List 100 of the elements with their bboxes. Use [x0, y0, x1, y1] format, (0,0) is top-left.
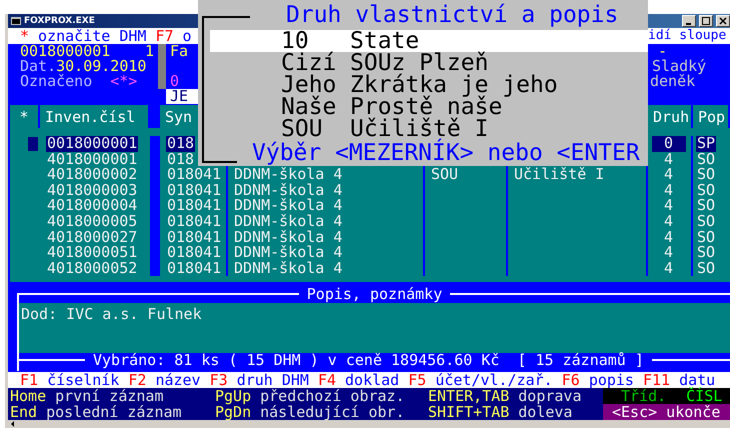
table-cell: 018041	[166, 230, 222, 246]
minimize-button[interactable]	[682, 15, 696, 27]
info-text: Sladký	[652, 57, 706, 75]
function-key-label: účet/vl./zař.	[435, 372, 553, 388]
table-cell[interactable]: 0018000001	[46, 136, 138, 152]
table-cell: 018041	[166, 182, 222, 198]
table-cell-text: DDNM-škola 4	[233, 198, 344, 214]
function-key-label: doklad	[345, 372, 400, 388]
table-cell: SO	[696, 260, 716, 276]
shortcut-label: doprava	[518, 388, 582, 404]
date-label: Dat.	[20, 57, 56, 75]
notes-title: Popis, poznámky	[306, 287, 444, 301]
info-text: Fa	[170, 42, 188, 60]
table-cell: SO	[696, 214, 716, 230]
hint-text: * označite DHM F7 o	[20, 28, 192, 44]
shortcut-key: Home	[10, 388, 46, 404]
row-cursor	[28, 137, 38, 151]
info-text: -	[658, 42, 668, 60]
date-value: 30.09.2010	[56, 57, 146, 75]
table-cell: SO	[696, 167, 716, 183]
shortcut-label: doleva	[518, 404, 572, 420]
table-cell-text: 018	[166, 152, 194, 168]
table-cell-text: DDNM-škola 4	[233, 182, 344, 198]
table-cell[interactable]: 4018000004	[46, 198, 138, 214]
table-cell-text: SOU	[430, 167, 460, 183]
marked-label: Označeno	[20, 74, 92, 89]
table-cell[interactable]: 4018000003	[46, 182, 138, 198]
window-title: FOXPROX.EXE	[24, 16, 95, 26]
table-cell: SO	[696, 245, 716, 261]
table-cell[interactable]: 4018000001	[46, 152, 138, 168]
column-header: Inven.čísl	[40, 105, 150, 128]
function-key[interactable]: F3	[210, 372, 228, 388]
table-cell[interactable]: 4018000005	[46, 214, 138, 230]
table-cell-text: DDNM-škola 4	[233, 245, 344, 261]
function-key[interactable]: F1	[20, 372, 38, 388]
sort-label: Tříd.	[621, 388, 666, 404]
table-cell-text: 4	[662, 152, 674, 168]
function-key[interactable]: F2	[128, 372, 146, 388]
maximize-button[interactable]	[699, 15, 713, 27]
shortcut-label: první záznam	[55, 388, 164, 404]
sort-value: ČÍSL	[686, 388, 722, 404]
info-text: 0	[170, 72, 180, 90]
table-cell: 018041	[166, 260, 222, 276]
table-cell: 018041	[166, 245, 222, 261]
table-cell-text: 4	[662, 198, 674, 214]
table-cell-text: 4	[662, 245, 674, 261]
app-icon	[11, 17, 21, 25]
table-cell[interactable]: 4018000052	[46, 260, 138, 276]
table-cell-text: DDNM-škola 4	[233, 230, 344, 246]
list-item[interactable]: Jeho Zkrátka je jeho	[210, 74, 648, 96]
popup-title: Druh vlastnictví a popis	[285, 4, 620, 30]
shortcut-key: PgUp	[215, 388, 252, 404]
table-cell[interactable]: 4018000051	[46, 245, 138, 261]
function-key[interactable]: F4	[318, 372, 336, 388]
function-key-label: datu	[679, 372, 716, 388]
marked-symbol: <*>	[110, 74, 138, 89]
column-header: Pop	[693, 105, 730, 128]
table-cell: 018041	[166, 198, 222, 214]
close-icon	[719, 17, 727, 25]
function-key[interactable]: F11	[642, 372, 670, 388]
function-key-label: druh DHM	[236, 372, 309, 388]
table-cell-text: Učiliště I	[513, 167, 606, 183]
hint-text: idí sloupe	[648, 28, 726, 44]
table-cell-text: 4	[662, 214, 674, 230]
table-cell: SO	[696, 198, 716, 214]
table-cell: 018041	[166, 214, 222, 230]
shortcut-label: následující obr.	[260, 404, 405, 420]
table-cell: 0	[652, 136, 686, 152]
function-key-label: číselník	[47, 372, 120, 388]
info-text: deněk	[650, 72, 696, 90]
function-key-label: popis	[588, 372, 634, 388]
vertical-scrollbar	[158, 44, 166, 89]
shortcut-label: předchozí obraz.	[260, 388, 405, 404]
table-cell: 018	[166, 136, 196, 152]
shortcut-key: PgDn	[215, 404, 252, 420]
table-cell-text: DDNM-škola 4	[233, 260, 344, 276]
table-cell: SO	[696, 230, 716, 246]
shortcut-label: poslední záznam	[46, 404, 182, 420]
list-item[interactable]: Cizí SOUz Plzeň	[210, 52, 648, 74]
column-header: Druh	[648, 105, 693, 128]
shortcut-key: SHIFT+TAB	[428, 404, 510, 420]
table-cell-text: 4	[662, 167, 674, 183]
maximize-icon	[702, 17, 710, 25]
shortcut-key: ENTER,TAB	[428, 388, 510, 404]
close-button[interactable]	[716, 15, 730, 27]
table-cell-text: DDNM-škola 4	[233, 167, 344, 183]
exit-hint: <Esc> ukonče	[603, 404, 730, 420]
table-cell[interactable]: 4018000002	[46, 167, 138, 183]
table-cell: SP	[696, 136, 716, 152]
list-item[interactable]: 10 State	[210, 30, 648, 52]
table-cell: SO	[696, 182, 716, 198]
table-cell-text: 4	[662, 260, 674, 276]
table-cell-text: 4	[662, 230, 674, 246]
table-cell-text: 4	[662, 182, 674, 198]
summary-text: Vybráno: 81 ks ( 15 DHM ) v ceně 189456.60 Kč [ 15 záznamů ]	[93, 353, 644, 367]
function-key[interactable]: F6	[562, 372, 580, 388]
function-key[interactable]: F5	[408, 372, 426, 388]
table-cell[interactable]: 4018000027	[46, 230, 138, 246]
notes-field[interactable]: Dod: IVC a.s. Fulnek	[19, 303, 730, 353]
shortcut-key: End	[10, 404, 38, 420]
